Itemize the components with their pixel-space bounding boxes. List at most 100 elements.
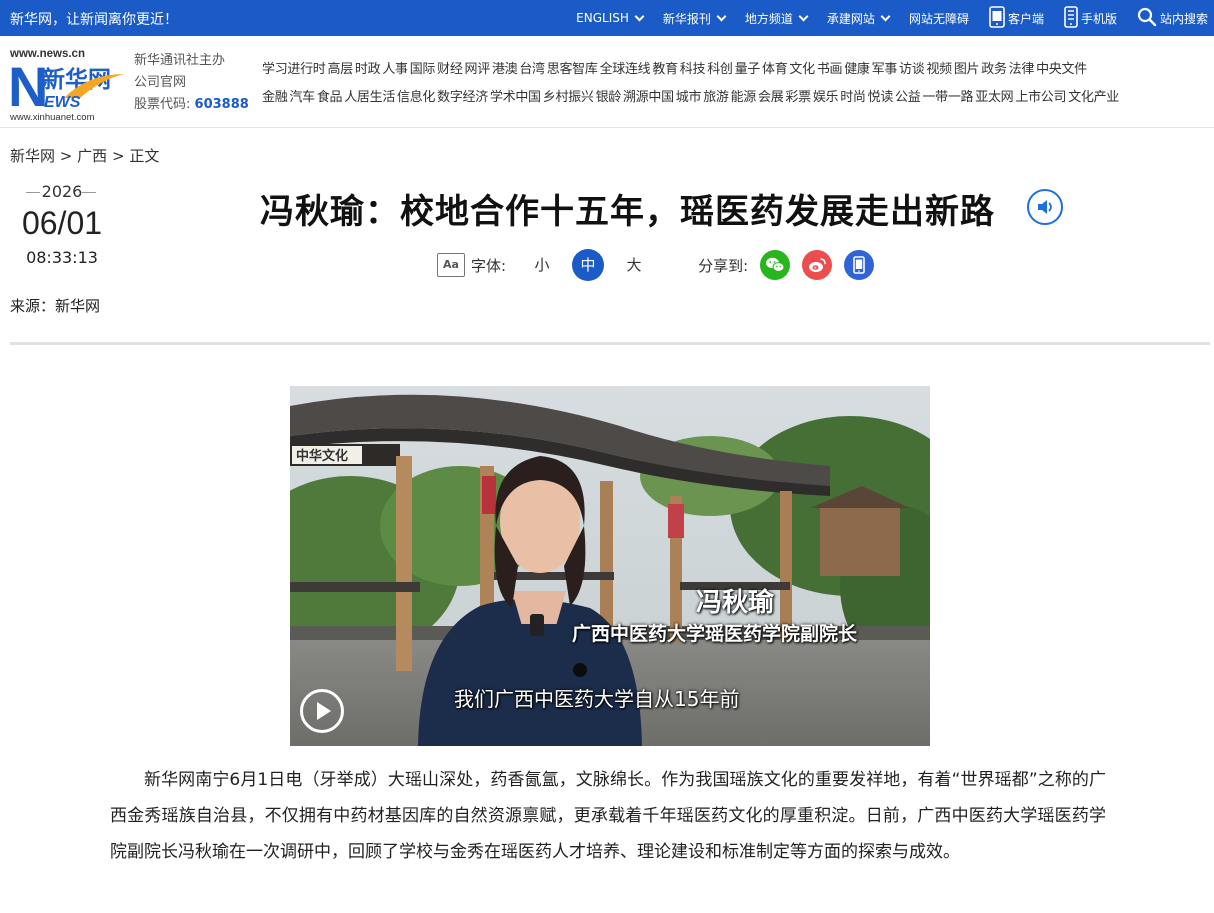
channel-link[interactable]: 健康	[844, 62, 870, 77]
channel-link[interactable]: 文化产业	[1068, 90, 1119, 105]
channel-link[interactable]: 学术中国	[490, 90, 541, 105]
channel-link[interactable]: 书画	[817, 62, 843, 77]
xinhua-logo[interactable]: www.news.cn N 新华网 EWS www.xinhuanet.com	[8, 44, 128, 123]
channel-link[interactable]: 台湾	[519, 62, 545, 77]
channel-link[interactable]: 一带一路	[922, 90, 973, 105]
channel-link[interactable]: 网评	[465, 62, 491, 77]
font-size-small[interactable]: 小	[526, 249, 558, 281]
article-title: 冯秋瑜：校地合作十五年，瑶医药发展走出新路	[260, 192, 995, 232]
client-app-label: 客户端	[1007, 11, 1044, 26]
share-mobile-button[interactable]	[844, 250, 875, 280]
publish-time: 08:33:13	[26, 248, 98, 267]
stock-code[interactable]: 603888	[195, 97, 249, 112]
search-icon	[1137, 7, 1157, 30]
channel-link[interactable]: 教育	[652, 62, 678, 77]
channel-link[interactable]: 会展	[758, 90, 784, 105]
channel-link[interactable]: 科技	[680, 62, 706, 77]
channel-link[interactable]: 体育	[762, 62, 788, 77]
sponsor-text: 新华通讯社主办	[134, 53, 226, 68]
channel-link[interactable]: 城市	[676, 90, 702, 105]
nav-built-sites[interactable]: 承建网站	[827, 10, 891, 27]
channel-link[interactable]: 上市公司	[1015, 90, 1066, 105]
channel-link[interactable]: 能源	[731, 90, 757, 105]
channel-link[interactable]: 溯源中国	[623, 90, 674, 105]
video-play-button[interactable]	[300, 689, 344, 733]
channel-link[interactable]: 娱乐	[813, 90, 839, 105]
nav-english[interactable]: ENGLISH	[576, 11, 645, 25]
channel-link[interactable]: 图片	[954, 62, 980, 77]
logo-news: EWS	[44, 94, 81, 111]
font-size-medium[interactable]: 中	[572, 249, 605, 281]
nav-newspapers[interactable]: 新华报刊	[663, 10, 727, 27]
video-role-caption: 广西中医药大学瑶医药学院副院长	[572, 623, 858, 645]
breadcrumb-home[interactable]: 新华网	[10, 147, 55, 165]
channel-link[interactable]: 数字经济	[437, 90, 488, 105]
channel-link[interactable]: 公益	[895, 90, 921, 105]
logo-url: www.xinhuanet.com	[9, 112, 95, 122]
channel-link[interactable]: 科创	[707, 62, 733, 77]
mobile-phone-icon	[1064, 5, 1078, 31]
weibo-icon	[809, 258, 826, 272]
channel-link[interactable]: 法律	[1009, 62, 1035, 77]
logo-sponsor-info: 新华通讯社主办 公司官网 股票代码: 603888	[134, 50, 249, 116]
nav-local-channels-label: 地方频道	[744, 11, 793, 26]
chevron-down-icon	[716, 11, 727, 21]
mobile-version-link[interactable]: 手机版	[1064, 5, 1117, 31]
mobile-share-icon	[853, 256, 865, 274]
breadcrumb-section[interactable]: 广西	[77, 147, 107, 165]
channel-link[interactable]: 乡村振兴	[543, 90, 594, 105]
channel-link[interactable]: 视频	[926, 62, 952, 77]
client-app-link[interactable]: 客户端	[989, 5, 1044, 31]
video-name-caption: 冯秋瑜	[696, 588, 775, 618]
stock-info: 股票代码: 603888	[134, 94, 249, 116]
channel-link[interactable]: 港澳	[492, 62, 518, 77]
channel-link[interactable]: 时尚	[840, 90, 866, 105]
channel-link[interactable]: 量子	[735, 62, 761, 77]
lapel-mic	[530, 614, 544, 636]
header-divider	[10, 342, 1210, 345]
channel-link[interactable]: 中央文件	[1036, 62, 1087, 77]
article-tools: Aa 字体: 小 中 大 分享到:	[437, 248, 886, 282]
channel-link[interactable]: 军事	[872, 62, 898, 77]
channel-link[interactable]: 政务	[981, 62, 1007, 77]
channel-link[interactable]: 食品	[317, 90, 343, 105]
share-weibo-button[interactable]	[802, 250, 833, 280]
channel-link[interactable]: 人居生活	[344, 90, 395, 105]
channel-link[interactable]: 彩票	[785, 90, 811, 105]
channel-link[interactable]: 财经	[437, 62, 463, 77]
channel-link[interactable]: 亚太网	[975, 90, 1013, 105]
channel-link[interactable]: 人事	[382, 62, 408, 77]
nav-accessibility[interactable]: 网站无障碍	[909, 10, 969, 27]
publish-date: 2026 06/01 08:33:13	[10, 182, 114, 267]
channel-link[interactable]: 文化	[789, 62, 815, 77]
channel-link[interactable]: 银龄	[596, 90, 622, 105]
channel-link[interactable]: 时政	[355, 62, 381, 77]
channel-nav: 学习进行时 高层 时政 人事 国际 财经 网评 港澳 台湾 思客智库 全球连线 教育 科技 科创 量子 体育文…	[262, 58, 1214, 114]
font-size-large[interactable]: 大	[618, 249, 650, 281]
channel-link[interactable]: 高层	[328, 62, 354, 77]
channel-link[interactable]: 金融	[262, 90, 288, 105]
top-bar: 新华网，让新闻离你更近！ ENGLISH 新华报刊 地方频道 承建网站 网站无障…	[0, 0, 1214, 36]
channel-link[interactable]: 信息化	[397, 90, 435, 105]
channel-link[interactable]: 思客智库	[547, 62, 598, 77]
site-search-link[interactable]: 站内搜索	[1137, 7, 1208, 30]
official-text: 公司官网	[134, 75, 187, 90]
channel-link[interactable]: 学习进行时	[262, 62, 326, 77]
share-wechat-button[interactable]	[760, 250, 791, 280]
channel-link[interactable]: 国际	[410, 62, 436, 77]
publish-year: 2026	[10, 182, 114, 201]
article-video[interactable]: 中华文化 冯秋瑜 广西中医药大学瑶医药学院副院长 我们广西中医药大学自从15年前	[290, 386, 930, 746]
nav-local-channels[interactable]: 地方频道	[744, 10, 809, 27]
share-label: 分享到:	[698, 256, 749, 275]
channel-link[interactable]: 悦读	[868, 90, 894, 105]
font-size-icon: Aa	[437, 253, 465, 277]
audio-play-button[interactable]	[1027, 189, 1063, 225]
channel-link[interactable]: 访谈	[899, 62, 925, 77]
site-search-label: 站内搜索	[1159, 11, 1208, 26]
channel-link[interactable]: 旅游	[703, 90, 729, 105]
speaker-icon	[1038, 200, 1052, 214]
channel-link[interactable]: 全球连线	[600, 62, 651, 77]
channel-link[interactable]: 汽车	[289, 90, 315, 105]
channel-row-2: 金融 汽车 食品 人居生活 信息化 数字经济 学术中国 乡村振兴 银龄 溯源中国 城市 旅游 能源 会展彩…	[262, 86, 1214, 114]
chevron-down-icon	[798, 11, 809, 21]
